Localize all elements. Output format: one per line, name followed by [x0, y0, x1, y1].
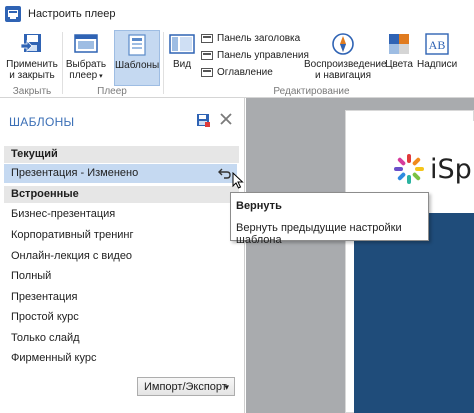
- list-item[interactable]: Презентация: [11, 289, 77, 305]
- list-item[interactable]: Корпоративный тренинг: [11, 227, 134, 243]
- save-apply-icon: [19, 32, 45, 56]
- save-template-icon[interactable]: [196, 113, 210, 127]
- section-current: Текущий: [4, 146, 239, 163]
- tooltip: Вернуть Вернуть предыдущие настройки шаб…: [230, 192, 429, 246]
- group-label-edit: Редактирование: [273, 86, 350, 97]
- player-icon: [73, 32, 99, 56]
- control-panel-icon: [201, 50, 213, 60]
- list-item[interactable]: Бизнес-презентация: [11, 206, 115, 222]
- title-bar-option-label: Панель заголовка: [217, 32, 301, 44]
- apply-close-label-1: Применить: [6, 59, 58, 70]
- view-button[interactable]: Вид: [166, 30, 198, 86]
- slide-preview: iSpri: [345, 110, 474, 413]
- svg-text:AB: AB: [429, 38, 446, 52]
- labels-button[interactable]: AB Надписи: [417, 30, 457, 86]
- list-item[interactable]: Фирменный курс: [11, 350, 97, 366]
- current-template-label: Презентация - Изменено: [11, 167, 139, 179]
- section-builtin: Встроенные: [4, 186, 239, 203]
- colors-icon: [386, 32, 412, 56]
- slide-content: iSpri: [354, 121, 474, 413]
- title-panel-icon: [201, 33, 213, 43]
- colors-button[interactable]: Цвета: [384, 30, 414, 86]
- logo-text: iSpri: [430, 154, 474, 185]
- close-icon[interactable]: [219, 112, 233, 126]
- control-panel-option-label: Панель управления: [217, 49, 309, 61]
- apply-close-button[interactable]: Применить и закрыть: [4, 30, 60, 86]
- list-item[interactable]: Простой курс: [11, 309, 79, 325]
- labels-label: Надписи: [417, 59, 458, 70]
- playback-label-1: Воспроизведение: [304, 59, 387, 70]
- tooltip-title: Вернуть: [236, 200, 282, 212]
- choose-player-button[interactable]: Выбрать плеер ▾: [64, 30, 108, 86]
- logo-mark-icon: [394, 154, 424, 184]
- templates-panel: ШАБЛОНЫ Текущий Презентация - Изменено В…: [0, 98, 245, 413]
- mouse-cursor-icon: [232, 172, 244, 189]
- ribbon: Применить и закрыть Закрыть Выбрать плее…: [0, 28, 474, 98]
- view-icon: [169, 32, 195, 56]
- templates-icon: [124, 33, 150, 57]
- control-panel-option[interactable]: Панель управления: [201, 48, 309, 62]
- group-label-close: Закрыть: [12, 86, 52, 97]
- window-title: Настроить плеер: [28, 8, 116, 20]
- panel-header: ШАБЛОНЫ: [0, 98, 245, 144]
- list-item[interactable]: Полный: [11, 268, 51, 284]
- outline-option-label: Оглавление: [217, 66, 273, 78]
- list-item[interactable]: Онлайн-лекция с видео: [11, 248, 132, 264]
- colors-label: Цвета: [385, 59, 413, 70]
- list-item[interactable]: Только слайд: [11, 330, 80, 346]
- labels-icon: AB: [424, 32, 450, 56]
- choose-player-label-1: Выбрать: [65, 59, 107, 70]
- preview-area: iSpri: [246, 98, 474, 413]
- tooltip-description: Вернуть предыдущие настройки шаблона: [236, 222, 402, 246]
- outline-icon: [201, 67, 213, 77]
- playback-navigation-button[interactable]: Воспроизведение и навигация: [304, 30, 387, 86]
- compass-icon: [330, 32, 356, 56]
- playback-label-2: и навигация: [314, 70, 372, 81]
- panel-title: ШАБЛОНЫ: [9, 115, 75, 129]
- templates-label: Шаблоны: [115, 60, 160, 71]
- templates-button[interactable]: Шаблоны: [114, 30, 160, 86]
- app-icon: [5, 6, 21, 22]
- current-template-item[interactable]: Презентация - Изменено: [4, 164, 237, 183]
- chevron-down-icon: ▾: [97, 73, 103, 80]
- outline-option[interactable]: Оглавление: [201, 65, 273, 79]
- group-label-player: Плеер: [97, 86, 127, 97]
- view-label: Вид: [172, 59, 192, 70]
- title-bar-option[interactable]: Панель заголовка: [201, 31, 300, 45]
- undo-icon[interactable]: [218, 167, 231, 179]
- chevron-down-icon: ▾: [224, 382, 229, 392]
- apply-close-label-2: и закрыть: [9, 70, 55, 81]
- group-divider: [163, 32, 164, 94]
- group-divider: [62, 32, 63, 94]
- choose-player-label-2: плеер ▾: [69, 70, 103, 81]
- title-bar: Настроить плеер: [0, 0, 474, 28]
- import-export-dropdown[interactable]: Импорт/Экспорт ▾: [137, 377, 235, 396]
- import-export-label: Импорт/Экспорт: [144, 380, 227, 393]
